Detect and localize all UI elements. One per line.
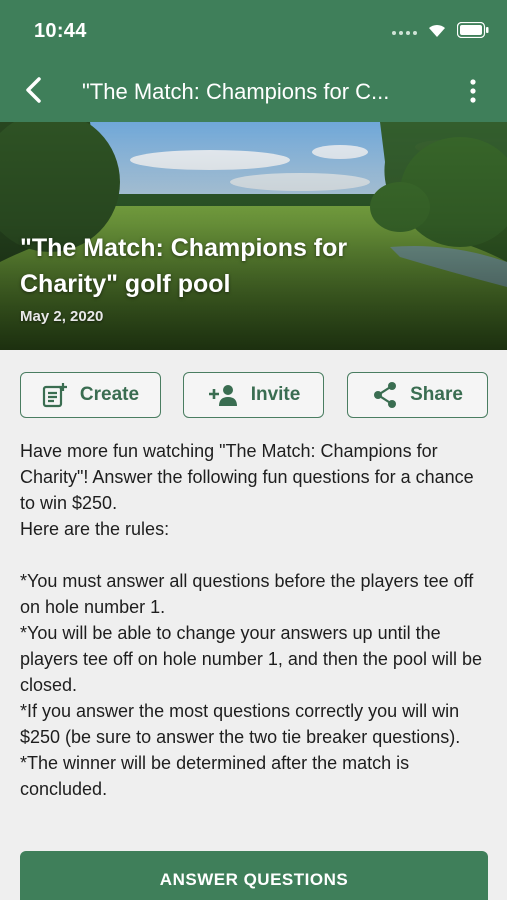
status-icons <box>391 21 489 43</box>
more-vert-icon <box>470 78 476 108</box>
create-label: Create <box>79 384 140 405</box>
share-icon <box>372 381 398 409</box>
back-button[interactable] <box>16 74 52 110</box>
invite-label: Invite <box>250 384 301 405</box>
status-bar: 10:44 <box>0 0 507 62</box>
back-arrow-icon <box>24 76 44 109</box>
pool-description: Have more fun watching "The Match: Champ… <box>20 441 482 799</box>
app-bar-title: "The Match: Champions for C... <box>82 79 390 104</box>
hero-banner: "The Match: Champions for Charity" golf … <box>0 122 507 350</box>
invite-button[interactable]: Invite <box>183 372 324 418</box>
signal-icon <box>391 24 417 42</box>
share-button[interactable]: Share <box>347 372 488 418</box>
share-label: Share <box>410 384 463 405</box>
create-post-icon <box>42 382 68 408</box>
action-row: Create Invite Share <box>20 372 488 418</box>
create-button[interactable]: Create <box>20 372 161 418</box>
answer-questions-button[interactable]: ANSWER QUESTIONS <box>20 851 488 900</box>
battery-icon <box>456 21 489 43</box>
status-time: 10:44 <box>34 20 87 42</box>
more-options-button[interactable] <box>461 76 485 110</box>
hero-date: May 2, 2020 <box>20 308 104 325</box>
hero-title: "The Match: Champions for Charity" golf … <box>20 234 348 298</box>
add-person-icon <box>207 383 239 407</box>
app-bar: "The Match: Champions for C... <box>0 62 507 122</box>
wifi-icon <box>427 23 447 43</box>
